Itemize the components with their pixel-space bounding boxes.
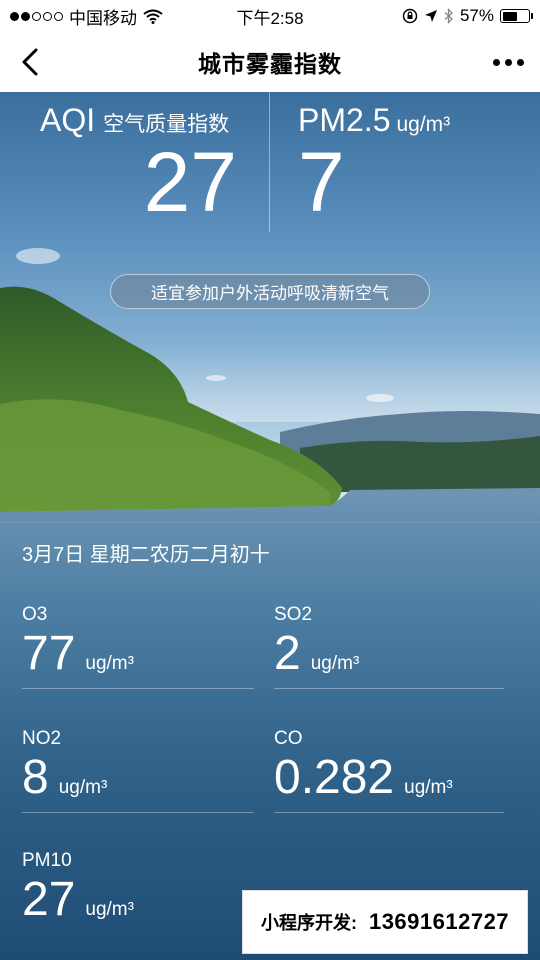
pollutant-name: O3 — [22, 604, 48, 625]
date-line: 3月7日 星期二农历二月初十 — [22, 544, 270, 566]
wifi-icon — [143, 9, 163, 24]
pm25-value: 7 — [298, 135, 345, 229]
app-screen: 中国移动 下午2:58 57% 城市雾霾指数 AQI 空气质量指数 27 PM2… — [0, 0, 540, 960]
watermark-phone: 13691612727 — [368, 909, 510, 934]
pollutant-value: 8 — [22, 751, 49, 804]
pollutant-unit: ug/m³ — [58, 777, 108, 798]
status-left: 中国移动 — [10, 4, 163, 29]
pollutant-unit: ug/m³ — [310, 653, 360, 674]
pollutant-so2: SO2 2 ug/m³ — [274, 604, 504, 678]
more-menu-button[interactable] — [488, 44, 528, 80]
pollutant-o3: O3 77 ug/m³ — [22, 604, 252, 678]
battery-fill — [502, 11, 517, 21]
pm25-title: PM2.5 — [298, 102, 391, 138]
carrier-name: 中国移动 — [69, 8, 137, 28]
row-divider — [274, 688, 504, 689]
row-divider — [274, 812, 504, 813]
page-title: 城市雾霾指数 — [198, 51, 342, 77]
pollutant-unit: ug/m³ — [85, 899, 134, 920]
pollutant-no2: NO2 8 ug/m³ — [22, 728, 252, 802]
developer-watermark: 小程序开发: 13691612727 — [242, 890, 528, 954]
primary-metrics: AQI 空气质量指数 27 PM2.5 ug/m³ 7 — [0, 92, 540, 232]
rotation-lock-icon — [402, 8, 418, 24]
pollutant-value: 77 — [22, 627, 76, 680]
bluetooth-icon — [444, 8, 453, 24]
advice-badge: 适宜参加户外活动呼吸清新空气 — [110, 274, 430, 309]
pm25-label: PM2.5 ug/m³ — [298, 102, 450, 139]
status-bar: 中国移动 下午2:58 57% — [0, 0, 540, 32]
pollutant-name: PM10 — [22, 850, 72, 871]
location-arrow-icon — [424, 10, 437, 22]
pollutant-unit: ug/m³ — [404, 777, 453, 798]
pollutant-co: CO 0.282 ug/m³ — [274, 728, 524, 802]
battery-percent: 57% — [459, 6, 494, 25]
watermark-label: 小程序开发: — [260, 913, 357, 933]
pollutant-value: 2 — [274, 627, 301, 680]
pollutant-pm10: PM10 27 ug/m³ — [22, 850, 252, 924]
signal-strength-icon — [10, 11, 63, 21]
battery-icon — [500, 9, 533, 23]
pollutant-name: CO — [274, 728, 303, 749]
status-right: 57% — [402, 6, 533, 26]
pollutant-name: SO2 — [274, 604, 313, 625]
row-divider — [22, 812, 254, 813]
more-dots-icon — [492, 58, 500, 66]
pollutant-name: NO2 — [22, 728, 62, 749]
aqi-subtitle: 空气质量指数 — [103, 113, 230, 136]
navigation-bar: 城市雾霾指数 — [0, 32, 540, 92]
aqi-title: AQI — [40, 102, 96, 138]
pollutant-value: 0.282 — [274, 751, 395, 804]
lake-background: AQI 空气质量指数 27 PM2.5 ug/m³ 7 适宜参加户外活动呼吸清新… — [0, 92, 540, 960]
air-quality-content: AQI 空气质量指数 27 PM2.5 ug/m³ 7 适宜参加户外活动呼吸清新… — [0, 92, 540, 960]
aqi-value: 27 — [143, 135, 237, 229]
pollutant-unit: ug/m³ — [85, 653, 134, 674]
pm25-unit: ug/m³ — [396, 113, 451, 136]
row-divider — [22, 688, 254, 689]
back-button[interactable] — [12, 44, 48, 80]
metric-divider — [269, 92, 270, 232]
chevron-left-icon — [22, 48, 38, 76]
pollutant-value: 27 — [22, 873, 76, 926]
aqi-label: AQI 空气质量指数 — [40, 102, 229, 139]
